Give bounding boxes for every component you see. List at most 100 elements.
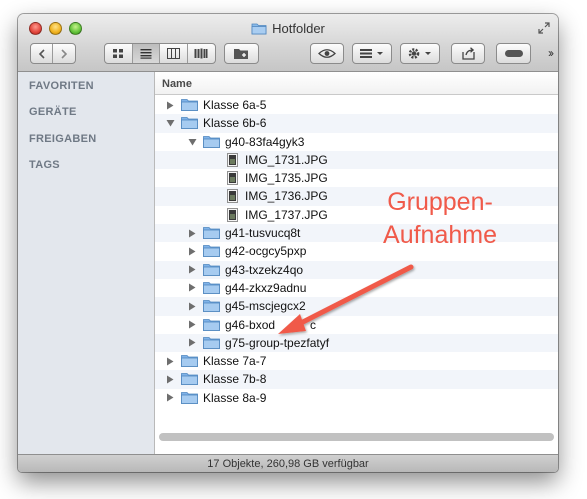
disclosure-open-icon[interactable] [165, 118, 175, 128]
window-title: Hotfolder [272, 20, 325, 36]
annotation-label: Gruppen- Aufnahme [355, 186, 525, 252]
list-item[interactable]: Klasse 7a-7 [155, 352, 558, 370]
list-item-label: g75-group-tpezfatyf [225, 335, 330, 350]
forward-button[interactable] [53, 44, 75, 63]
list-item-label: IMG_1737.JPG [245, 207, 328, 222]
disclosure-closed-icon[interactable] [187, 320, 197, 330]
disclosure-closed-icon[interactable] [187, 338, 197, 348]
folder-icon [203, 281, 220, 294]
list-item-label: Klasse 6a-5 [203, 98, 267, 112]
disclosure-closed-icon[interactable] [187, 301, 197, 311]
list-item-label-suffix: c [310, 317, 316, 332]
list-item[interactable]: IMG_1731.JPG [155, 150, 558, 170]
folder-icon [181, 391, 198, 404]
sidebar-section-favoriten[interactable]: FAVORITEN [29, 80, 94, 92]
eye-icon [318, 49, 336, 58]
list-item[interactable]: g40-83fa4gyk3 [155, 133, 558, 151]
list-item-label: g40-83fa4gyk3 [225, 134, 305, 149]
annotation-line-2: Aufnahme [383, 221, 497, 249]
image-file-icon [227, 171, 238, 186]
folder-icon [203, 318, 220, 331]
window-title-area: Hotfolder [18, 19, 558, 37]
folder-icon [181, 372, 198, 386]
list-item[interactable]: Klasse 6b-6 [155, 114, 558, 133]
action-button[interactable] [400, 43, 440, 64]
annotation-line-1: Gruppen- [387, 188, 493, 216]
disclosure-closed-icon[interactable] [187, 283, 197, 293]
view-mode-control [104, 43, 216, 64]
list-item-label: g43-txzekz4qo [225, 262, 304, 277]
disclosure-closed-icon[interactable] [187, 228, 197, 238]
new-folder-button[interactable] [224, 43, 259, 64]
back-button[interactable] [31, 44, 54, 63]
name-column-header[interactable]: Name [155, 72, 558, 95]
list-item[interactable]: g45-mscjegcx2 [155, 297, 558, 316]
list-item-label: IMG_1736.JPG [245, 189, 328, 204]
image-file-icon [227, 189, 238, 204]
folder-icon [203, 135, 220, 148]
list-item[interactable]: g46-bxod c [155, 316, 558, 334]
fullscreen-icon[interactable] [538, 22, 550, 34]
list-item-label: IMG_1735.JPG [245, 171, 328, 186]
icon-view-button[interactable] [105, 44, 133, 63]
file-list: Name Klasse 6a-5 Klasse 6b-6 g40-83fa4gyk3… [155, 72, 558, 454]
coverflow-icon [194, 48, 208, 59]
arrange-button[interactable] [352, 43, 392, 64]
toolbar-overflow-icon[interactable]: ›› [548, 46, 554, 60]
sidebar-section-geraete[interactable]: GERÄTE [29, 106, 77, 118]
list-item-label: IMG_1731.JPG [245, 152, 328, 167]
folder-icon [251, 23, 267, 34]
list-item-label: g46-bxod [225, 317, 276, 332]
column-view-button[interactable] [160, 44, 188, 63]
titlebar: Hotfolder ›› [18, 14, 558, 72]
list-item-label: g44-zkxz9adnu [225, 280, 307, 295]
disclosure-closed-icon[interactable] [187, 265, 197, 275]
disclosure-closed-icon[interactable] [165, 374, 175, 384]
back-forward-control [30, 43, 76, 64]
grid-icon [113, 49, 124, 58]
horizontal-scrollbar[interactable] [159, 433, 554, 441]
folder-icon [181, 98, 198, 111]
list-item-label: Klasse 8a-9 [203, 390, 267, 405]
disclosure-closed-icon[interactable] [165, 356, 175, 366]
list-item-label: Klasse 7a-7 [203, 354, 267, 369]
sidebar-section-freigaben[interactable]: FREIGABEN [29, 133, 96, 145]
folder-icon [181, 354, 198, 368]
folder-icon [203, 336, 220, 349]
disclosure-closed-icon[interactable] [187, 246, 197, 256]
column-header-label: Name [162, 78, 192, 90]
arrange-icon [360, 49, 383, 58]
sidebar: FAVORITEN GERÄTE FREIGABEN TAGS [18, 72, 155, 454]
tags-button[interactable] [496, 43, 531, 64]
gear-icon [408, 48, 431, 59]
list-item-label: g42-ocgcy5pxp [225, 244, 307, 259]
disclosure-closed-icon[interactable] [165, 393, 175, 403]
list-item-label: g45-mscjegcx2 [225, 299, 306, 314]
list-item[interactable]: Klasse 7b-8 [155, 370, 558, 389]
list-item[interactable]: Klasse 8a-9 [155, 389, 558, 407]
status-text: 17 Objekte, 260,98 GB verfügbar [207, 457, 369, 470]
image-file-icon [227, 152, 238, 167]
list-item[interactable]: IMG_1735.JPG [155, 169, 558, 187]
list-item[interactable]: g75-group-tpezfatyf [155, 333, 558, 353]
share-button[interactable] [451, 43, 485, 64]
list-view-button[interactable] [132, 44, 160, 63]
columns-icon [166, 48, 180, 59]
new-folder-icon [234, 49, 248, 59]
disclosure-closed-icon[interactable] [165, 100, 175, 110]
chevron-left-icon [38, 48, 45, 59]
folder-icon [203, 244, 220, 258]
disclosure-open-icon[interactable] [187, 137, 197, 147]
folder-icon [203, 299, 220, 313]
coverflow-view-button[interactable] [188, 44, 215, 63]
list-item[interactable]: Klasse 6a-5 [155, 96, 558, 114]
folder-icon [203, 226, 220, 239]
folder-icon [181, 116, 198, 130]
list-item[interactable]: g43-txzekz4qo [155, 260, 558, 279]
share-icon [461, 47, 475, 60]
quick-look-button[interactable] [310, 43, 344, 64]
chevron-right-icon [61, 48, 68, 59]
list-item-label: Klasse 7b-8 [203, 372, 267, 387]
list-item[interactable]: g44-zkxz9adnu [155, 279, 558, 297]
sidebar-section-tags[interactable]: TAGS [29, 159, 60, 171]
